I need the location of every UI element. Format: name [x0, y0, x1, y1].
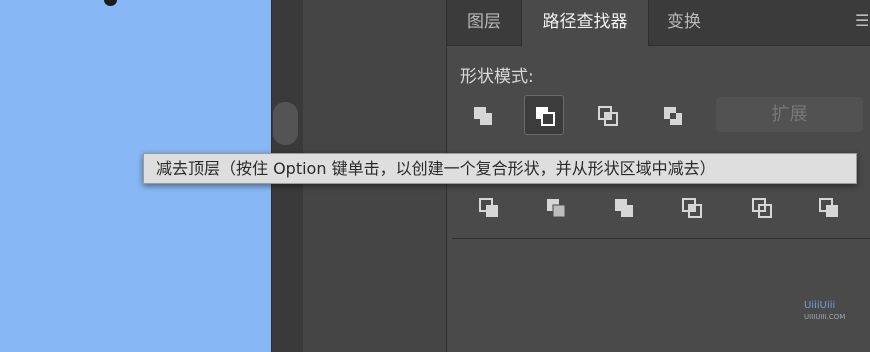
unite-button[interactable] [463, 96, 503, 136]
tab-transform[interactable]: 变换 [648, 0, 720, 45]
crop-button[interactable] [672, 188, 712, 228]
intersect-icon [598, 106, 618, 126]
tab-layers[interactable]: 图层 [447, 0, 521, 45]
watermark-logo-text: UiiiUiii [804, 300, 836, 311]
divide-button[interactable] [469, 188, 509, 228]
tab-pathfinder[interactable]: 路径查找器 [521, 0, 649, 46]
shape-modes-label: 形状模式: [460, 67, 534, 87]
site-watermark: UiiiUiii UIIIUIII.COM [804, 300, 850, 326]
expand-button[interactable]: 扩展 [716, 97, 863, 132]
panel-tab-bar: 图层 路径查找器 变换 ☰ [447, 0, 870, 46]
hamburger-menu-icon[interactable]: ☰ [855, 13, 870, 29]
minus-back-icon [819, 198, 838, 217]
trim-icon [547, 199, 566, 218]
minus-front-button[interactable] [524, 95, 564, 135]
exclude-icon [664, 107, 682, 125]
crop-icon [682, 198, 702, 218]
exclude-button[interactable] [653, 96, 693, 136]
scrollbar-thumb[interactable] [273, 102, 298, 145]
unite-icon [474, 107, 492, 125]
divide-icon [479, 198, 498, 217]
trim-button[interactable] [536, 188, 576, 228]
panel-divider [452, 238, 870, 239]
outline-icon [752, 198, 772, 218]
intersect-button[interactable] [588, 96, 628, 136]
minus-back-button[interactable] [809, 188, 849, 228]
watermark-url-text: UIIIUIII.COM [804, 313, 846, 321]
outline-button[interactable] [742, 188, 782, 228]
anchor-point-handle[interactable] [104, 0, 117, 6]
minus-front-icon [536, 107, 555, 126]
merge-icon [615, 199, 633, 217]
merge-button[interactable] [604, 188, 644, 228]
tooltip-minus-front: 减去顶层（按住 Option 键单击，以创建一个复合形状，并从形状区域中减去） [143, 153, 857, 184]
